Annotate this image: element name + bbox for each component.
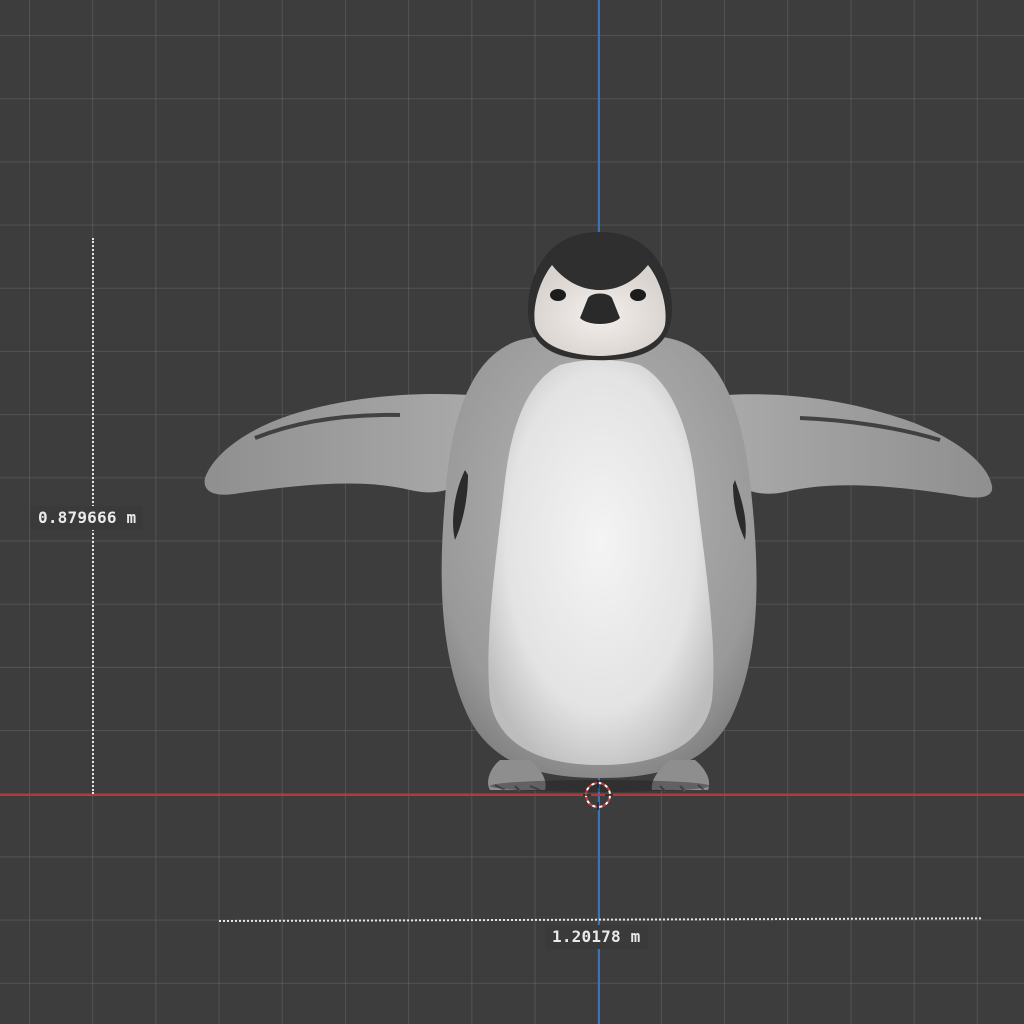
- right-wing: [728, 394, 993, 498]
- penguin-model[interactable]: [0, 0, 1024, 1024]
- 3d-viewport[interactable]: 0.879666 m 1.20178 m: [0, 0, 1024, 1024]
- penguin-belly: [488, 359, 714, 765]
- height-measure-label: 0.879666 m: [31, 506, 144, 530]
- 3d-cursor-icon[interactable]: [583, 780, 613, 810]
- left-wing: [204, 393, 470, 495]
- width-measure-label: 1.20178 m: [545, 925, 648, 949]
